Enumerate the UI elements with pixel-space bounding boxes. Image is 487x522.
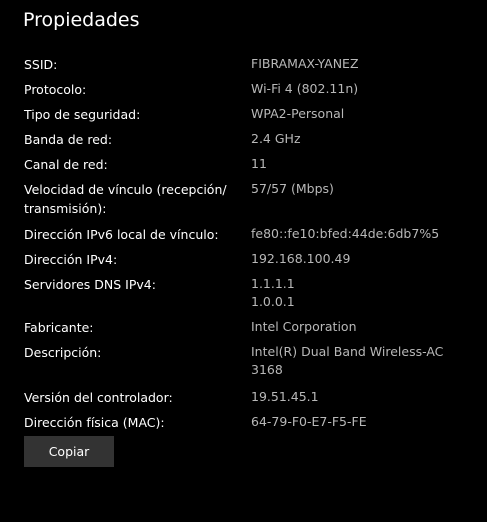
property-value: 19.51.45.1 <box>251 388 481 406</box>
property-value: fe80::fe10:bfed:44de:6db7%5 <box>251 225 481 243</box>
property-value-line: 64-79-F0-E7-F5-FE <box>251 414 367 429</box>
property-value-line: 19.51.45.1 <box>251 389 319 404</box>
property-label: Dirección física (MAC): <box>24 415 165 430</box>
property-value: 57/57 (Mbps) <box>251 180 481 198</box>
property-label: Dirección IPv6 local de vínculo: <box>24 227 219 242</box>
property-label: Banda de red: <box>24 132 113 147</box>
page-title: Propiedades <box>23 9 140 31</box>
property-value: Intel Corporation <box>251 318 481 336</box>
property-value-line: 1.1.1.1 <box>251 276 295 291</box>
property-label: Versión del controlador: <box>24 390 173 405</box>
property-value-line: 3168 <box>251 362 283 377</box>
property-value-line: Intel Corporation <box>251 319 357 334</box>
property-value-line: 192.168.100.49 <box>251 251 351 266</box>
copy-button[interactable]: Copiar <box>24 436 114 467</box>
property-value-line: 11 <box>251 156 267 171</box>
property-value-line: Wi-Fi 4 (802.11n) <box>251 81 359 96</box>
property-label: Servidores DNS IPv4: <box>24 277 156 292</box>
property-value: 64-79-F0-E7-F5-FE <box>251 413 481 431</box>
property-value-line: 1.0.0.1 <box>251 294 295 309</box>
property-value-line: WPA2-Personal <box>251 106 345 121</box>
property-value: 11 <box>251 155 481 173</box>
property-value-line: 57/57 (Mbps) <box>251 181 334 196</box>
property-value: Intel(R) Dual Band Wireless-AC 3168 <box>251 343 481 379</box>
property-label: Tipo de seguridad: <box>24 107 141 122</box>
property-value: Wi-Fi 4 (802.11n) <box>251 80 481 98</box>
property-value: 1.1.1.1 1.0.0.1 <box>251 275 481 311</box>
property-label: Fabricante: <box>24 320 94 335</box>
property-value: WPA2-Personal <box>251 105 481 123</box>
property-label: Descripción: <box>24 345 102 360</box>
property-value: 2.4 GHz <box>251 130 481 148</box>
property-value-line: Intel(R) Dual Band Wireless-AC <box>251 344 444 359</box>
property-value: FIBRAMAX-YANEZ <box>251 55 481 73</box>
property-label: Canal de red: <box>24 157 108 172</box>
property-value: 192.168.100.49 <box>251 250 481 268</box>
property-label: Protocolo: <box>24 82 87 97</box>
property-label: SSID: <box>24 57 58 72</box>
property-value-line: FIBRAMAX-YANEZ <box>251 56 359 71</box>
property-value-line: fe80::fe10:bfed:44de:6db7%5 <box>251 226 440 241</box>
property-label: Velocidad de vínculo (recepción/ transmi… <box>24 182 227 216</box>
property-label: Dirección IPv4: <box>24 252 118 267</box>
property-value-line: 2.4 GHz <box>251 131 301 146</box>
